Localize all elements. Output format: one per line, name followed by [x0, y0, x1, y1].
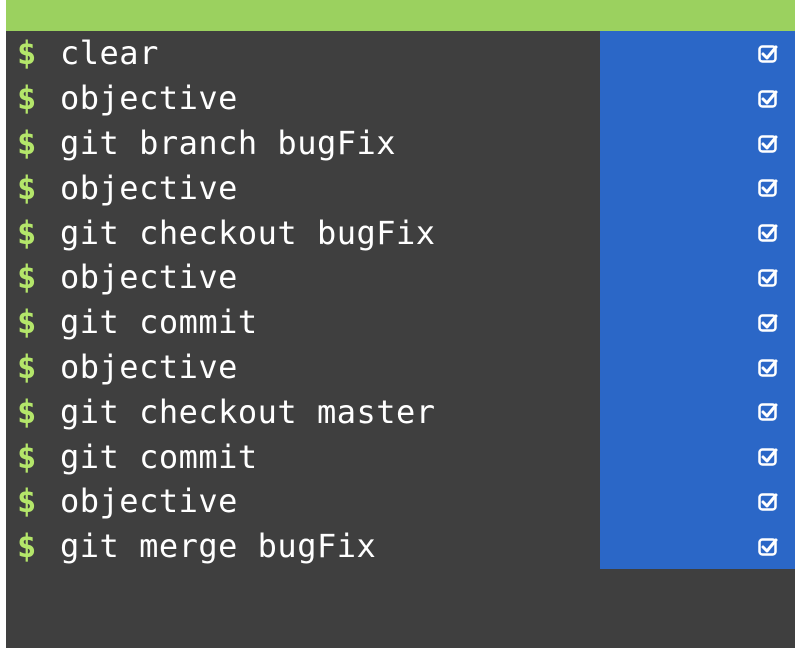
command-line: $ git branch bugFix: [6, 121, 795, 166]
prompt-symbol: $: [17, 347, 37, 386]
command-line: $ objective: [6, 345, 795, 390]
checkbox-checked-icon: [758, 314, 778, 332]
prompt-symbol: $: [17, 168, 37, 207]
command-text: git merge bugFix: [60, 527, 377, 566]
command-text: git commit: [60, 303, 258, 342]
command-line: $ objective: [6, 76, 795, 121]
command-line: $ git commit: [6, 300, 795, 345]
command-line: $ git checkout bugFix: [6, 210, 795, 255]
prompt-symbol: $: [17, 303, 37, 342]
terminal-title-bar: [6, 0, 795, 31]
command-line: $ git commit: [6, 434, 795, 479]
prompt-symbol: $: [17, 258, 37, 297]
prompt-symbol: $: [17, 527, 37, 566]
command-line: $ objective: [6, 479, 795, 524]
command-text: objective: [60, 347, 238, 386]
checkbox-checked-icon: [758, 134, 778, 153]
checkbox-checked-icon: [758, 45, 778, 63]
checkbox-checked-icon: [758, 538, 778, 556]
checkbox-checked-icon: [758, 448, 778, 466]
prompt-symbol: $: [17, 437, 37, 476]
command-line: $ objective: [6, 255, 795, 300]
command-text: git commit: [60, 437, 258, 476]
command-text: git checkout bugFix: [60, 213, 436, 252]
command-line: $ git merge bugFix: [6, 524, 795, 569]
command-text: git branch bugFix: [60, 123, 397, 162]
terminal-window: $ clear $ objective $ git branch bugFix: [6, 31, 795, 648]
command-list: $ clear $ objective $ git branch bugFix: [6, 31, 795, 569]
command-text: objective: [60, 168, 238, 207]
checkbox-checked-icon: [758, 403, 778, 422]
command-line: $ clear: [6, 31, 795, 76]
prompt-symbol: $: [17, 123, 37, 162]
command-text: git checkout master: [60, 392, 436, 431]
checkbox-checked-icon: [758, 224, 778, 242]
prompt-symbol: $: [17, 482, 37, 521]
prompt-symbol: $: [17, 213, 37, 252]
screen: $ clear $ objective $ git branch bugFix: [0, 0, 795, 648]
command-text: objective: [60, 482, 238, 521]
command-line: $ git checkout master: [6, 389, 795, 434]
prompt-symbol: $: [17, 79, 37, 118]
checkbox-checked-icon: [758, 269, 778, 287]
prompt-symbol: $: [17, 34, 37, 73]
command-text: objective: [60, 258, 238, 297]
command-line: $ objective: [6, 165, 795, 210]
command-text: objective: [60, 79, 238, 118]
prompt-symbol: $: [17, 392, 37, 431]
checkbox-checked-icon: [758, 493, 778, 511]
checkbox-checked-icon: [758, 179, 778, 198]
command-text: clear: [60, 34, 159, 73]
checkbox-checked-icon: [758, 90, 778, 108]
checkbox-checked-icon: [758, 358, 778, 377]
